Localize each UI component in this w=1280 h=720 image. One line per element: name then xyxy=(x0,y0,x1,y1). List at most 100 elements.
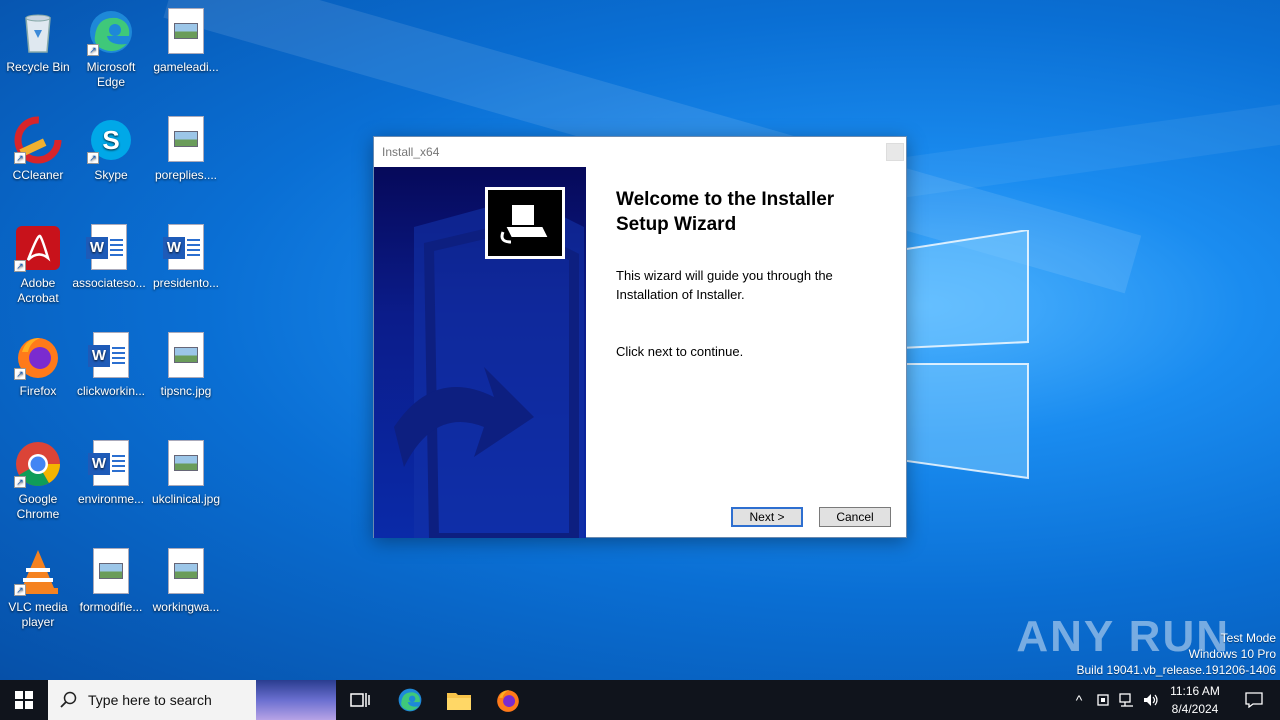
wizard-heading: Welcome to the Installer Setup Wizard xyxy=(616,189,835,235)
folder-icon xyxy=(447,693,471,710)
shortcut-arrow-icon: ↗ xyxy=(87,44,99,56)
taskbar-firefox-button[interactable] xyxy=(488,680,528,720)
desktop-icon-label: presidento... xyxy=(152,276,220,290)
svg-text:S: S xyxy=(102,125,119,155)
ccleaner-icon: ↗ xyxy=(14,116,62,164)
shortcut-arrow-icon: ↗ xyxy=(14,476,26,488)
search-icon xyxy=(60,691,77,708)
shortcut-arrow-icon: ↗ xyxy=(14,584,26,596)
close-button[interactable] xyxy=(886,143,904,161)
build-text: Build 19041.vb_release.191206-1406 xyxy=(1076,663,1277,677)
edge-icon: ↗ xyxy=(87,8,135,56)
shortcut-arrow-icon: ↗ xyxy=(87,152,99,164)
volume-button[interactable] xyxy=(1140,680,1162,720)
image-file-icon xyxy=(162,8,210,56)
shortcut-arrow-icon: ↗ xyxy=(14,260,26,272)
desktop-icon-google-chrome[interactable]: ↗ Google Chrome xyxy=(0,440,76,522)
taskbar: Type here to search ^ 11:16 AM 8/4/2024 xyxy=(0,680,1280,720)
desktop-icon-label: tipsnc.jpg xyxy=(160,384,212,398)
desktop-icon-label: associateso... xyxy=(72,276,146,290)
desktop-icon-label: CCleaner xyxy=(12,168,64,182)
taskbar-edge-button[interactable] xyxy=(390,680,430,720)
start-button[interactable] xyxy=(0,680,48,720)
windows-edition-text: Windows 10 Pro xyxy=(1188,647,1276,661)
desktop-icon-clickworkin[interactable]: W clickworkin... xyxy=(73,332,149,399)
desktop-icon-skype[interactable]: S ↗ Skype xyxy=(73,116,149,183)
notification-icon xyxy=(1245,692,1263,708)
desktop-icon-label: Firefox xyxy=(19,384,57,398)
edge-icon xyxy=(398,688,422,712)
cancel-button[interactable]: Cancel xyxy=(819,507,891,527)
wizard-content: Welcome to the Installer Setup Wizard Th… xyxy=(616,187,886,361)
desktop-icon-label: Recycle Bin xyxy=(6,60,70,74)
installer-dialog: Install_x64 Welcome to the Installer Set… xyxy=(373,136,907,538)
taskbar-file-explorer-button[interactable] xyxy=(439,680,479,720)
taskbar-clock[interactable]: 11:16 AM 8/4/2024 xyxy=(1160,682,1230,718)
desktop-icon-label: workingwa... xyxy=(152,600,220,614)
word-doc-icon: W xyxy=(87,440,135,488)
desktop-icon-microsoft-edge[interactable]: ↗ Microsoft Edge xyxy=(73,8,149,90)
network-button[interactable] xyxy=(1116,680,1138,720)
shortcut-arrow-icon: ↗ xyxy=(14,368,26,380)
firefox-icon: ↗ xyxy=(14,332,62,380)
desktop-icon-label: Adobe Acrobat xyxy=(17,276,59,305)
vlc-icon: ↗ xyxy=(14,548,62,596)
desktop-icon-label: poreplies.... xyxy=(154,168,218,182)
chrome-icon: ↗ xyxy=(14,440,62,488)
test-mode-text: Test Mode xyxy=(1220,631,1276,645)
desktop-icon-vlc[interactable]: ↗ VLC media player xyxy=(0,548,76,630)
chevron-up-icon: ^ xyxy=(1075,692,1083,708)
next-button[interactable]: Next > xyxy=(731,507,803,527)
task-view-button[interactable] xyxy=(340,680,380,720)
speaker-icon xyxy=(1144,694,1158,706)
desktop-icon-ukclinical[interactable]: ukclinical.jpg xyxy=(148,440,224,507)
image-file-icon xyxy=(162,440,210,488)
wizard-intro-text: This wizard will guide you through the I… xyxy=(616,268,833,302)
image-file-icon xyxy=(162,116,210,164)
image-file-icon xyxy=(87,548,135,596)
dialog-title: Install_x64 xyxy=(382,145,440,159)
wizard-instruction-text: Click next to continue. xyxy=(616,344,744,359)
desktop-icon-label: ukclinical.jpg xyxy=(151,492,221,506)
recycle-bin-icon xyxy=(14,8,62,56)
desktop-icon-label: Microsoft Edge xyxy=(86,60,136,89)
desktop-icon-poreplies[interactable]: poreplies.... xyxy=(148,116,224,183)
desktop-icon-label: Skype xyxy=(94,168,128,182)
clock-time: 11:16 AM xyxy=(1170,684,1220,698)
installer-logo-icon xyxy=(485,187,565,259)
desktop-icon-label: environme... xyxy=(77,492,145,506)
desktop-icon-tipsnc[interactable]: tipsnc.jpg xyxy=(148,332,224,399)
search-highlight-image xyxy=(256,680,336,720)
desktop-icon-gameleadi[interactable]: gameleadi... xyxy=(148,8,224,75)
search-input[interactable]: Type here to search xyxy=(48,680,336,720)
action-center-button[interactable] xyxy=(1234,680,1274,720)
tray-device-icon[interactable] xyxy=(1092,680,1114,720)
word-doc-icon: W xyxy=(85,224,133,272)
desktop: Recycle Bin ↗ CCleaner ↗ Adobe Acrobat ↗… xyxy=(0,0,1280,680)
image-file-icon xyxy=(162,332,210,380)
skype-icon: S ↗ xyxy=(87,116,135,164)
task-view-icon xyxy=(350,693,370,707)
wizard-banner-image xyxy=(374,167,586,538)
desktop-icon-label: clickworkin... xyxy=(76,384,145,398)
desktop-icon-label: VLC media player xyxy=(8,600,68,629)
desktop-icon-associateso[interactable]: W associateso... xyxy=(71,224,147,291)
desktop-icon-environme[interactable]: W environme... xyxy=(73,440,149,507)
desktop-icon-adobe-acrobat[interactable]: ↗ Adobe Acrobat xyxy=(0,224,76,306)
image-file-icon xyxy=(162,548,210,596)
search-placeholder: Type here to search xyxy=(88,692,212,708)
show-hidden-icons-button[interactable]: ^ xyxy=(1068,680,1090,720)
desktop-icon-formodifie[interactable]: formodifie... xyxy=(73,548,149,615)
shortcut-arrow-icon: ↗ xyxy=(14,152,26,164)
desktop-icon-workingwa[interactable]: workingwa... xyxy=(148,548,224,615)
clock-date: 8/4/2024 xyxy=(1171,702,1219,716)
firefox-icon xyxy=(497,690,519,712)
system-info-overlay: Test Mode Windows 10 Pro Build 19041.vb_… xyxy=(1077,630,1277,678)
acrobat-icon: ↗ xyxy=(14,224,62,272)
desktop-icon-ccleaner[interactable]: ↗ CCleaner xyxy=(0,116,76,183)
desktop-icon-presidento[interactable]: W presidento... xyxy=(148,224,224,291)
dialog-titlebar[interactable]: Install_x64 xyxy=(374,137,906,167)
desktop-icon-recycle-bin[interactable]: Recycle Bin xyxy=(0,8,76,75)
word-doc-icon: W xyxy=(162,224,210,272)
desktop-icon-firefox[interactable]: ↗ Firefox xyxy=(0,332,76,399)
